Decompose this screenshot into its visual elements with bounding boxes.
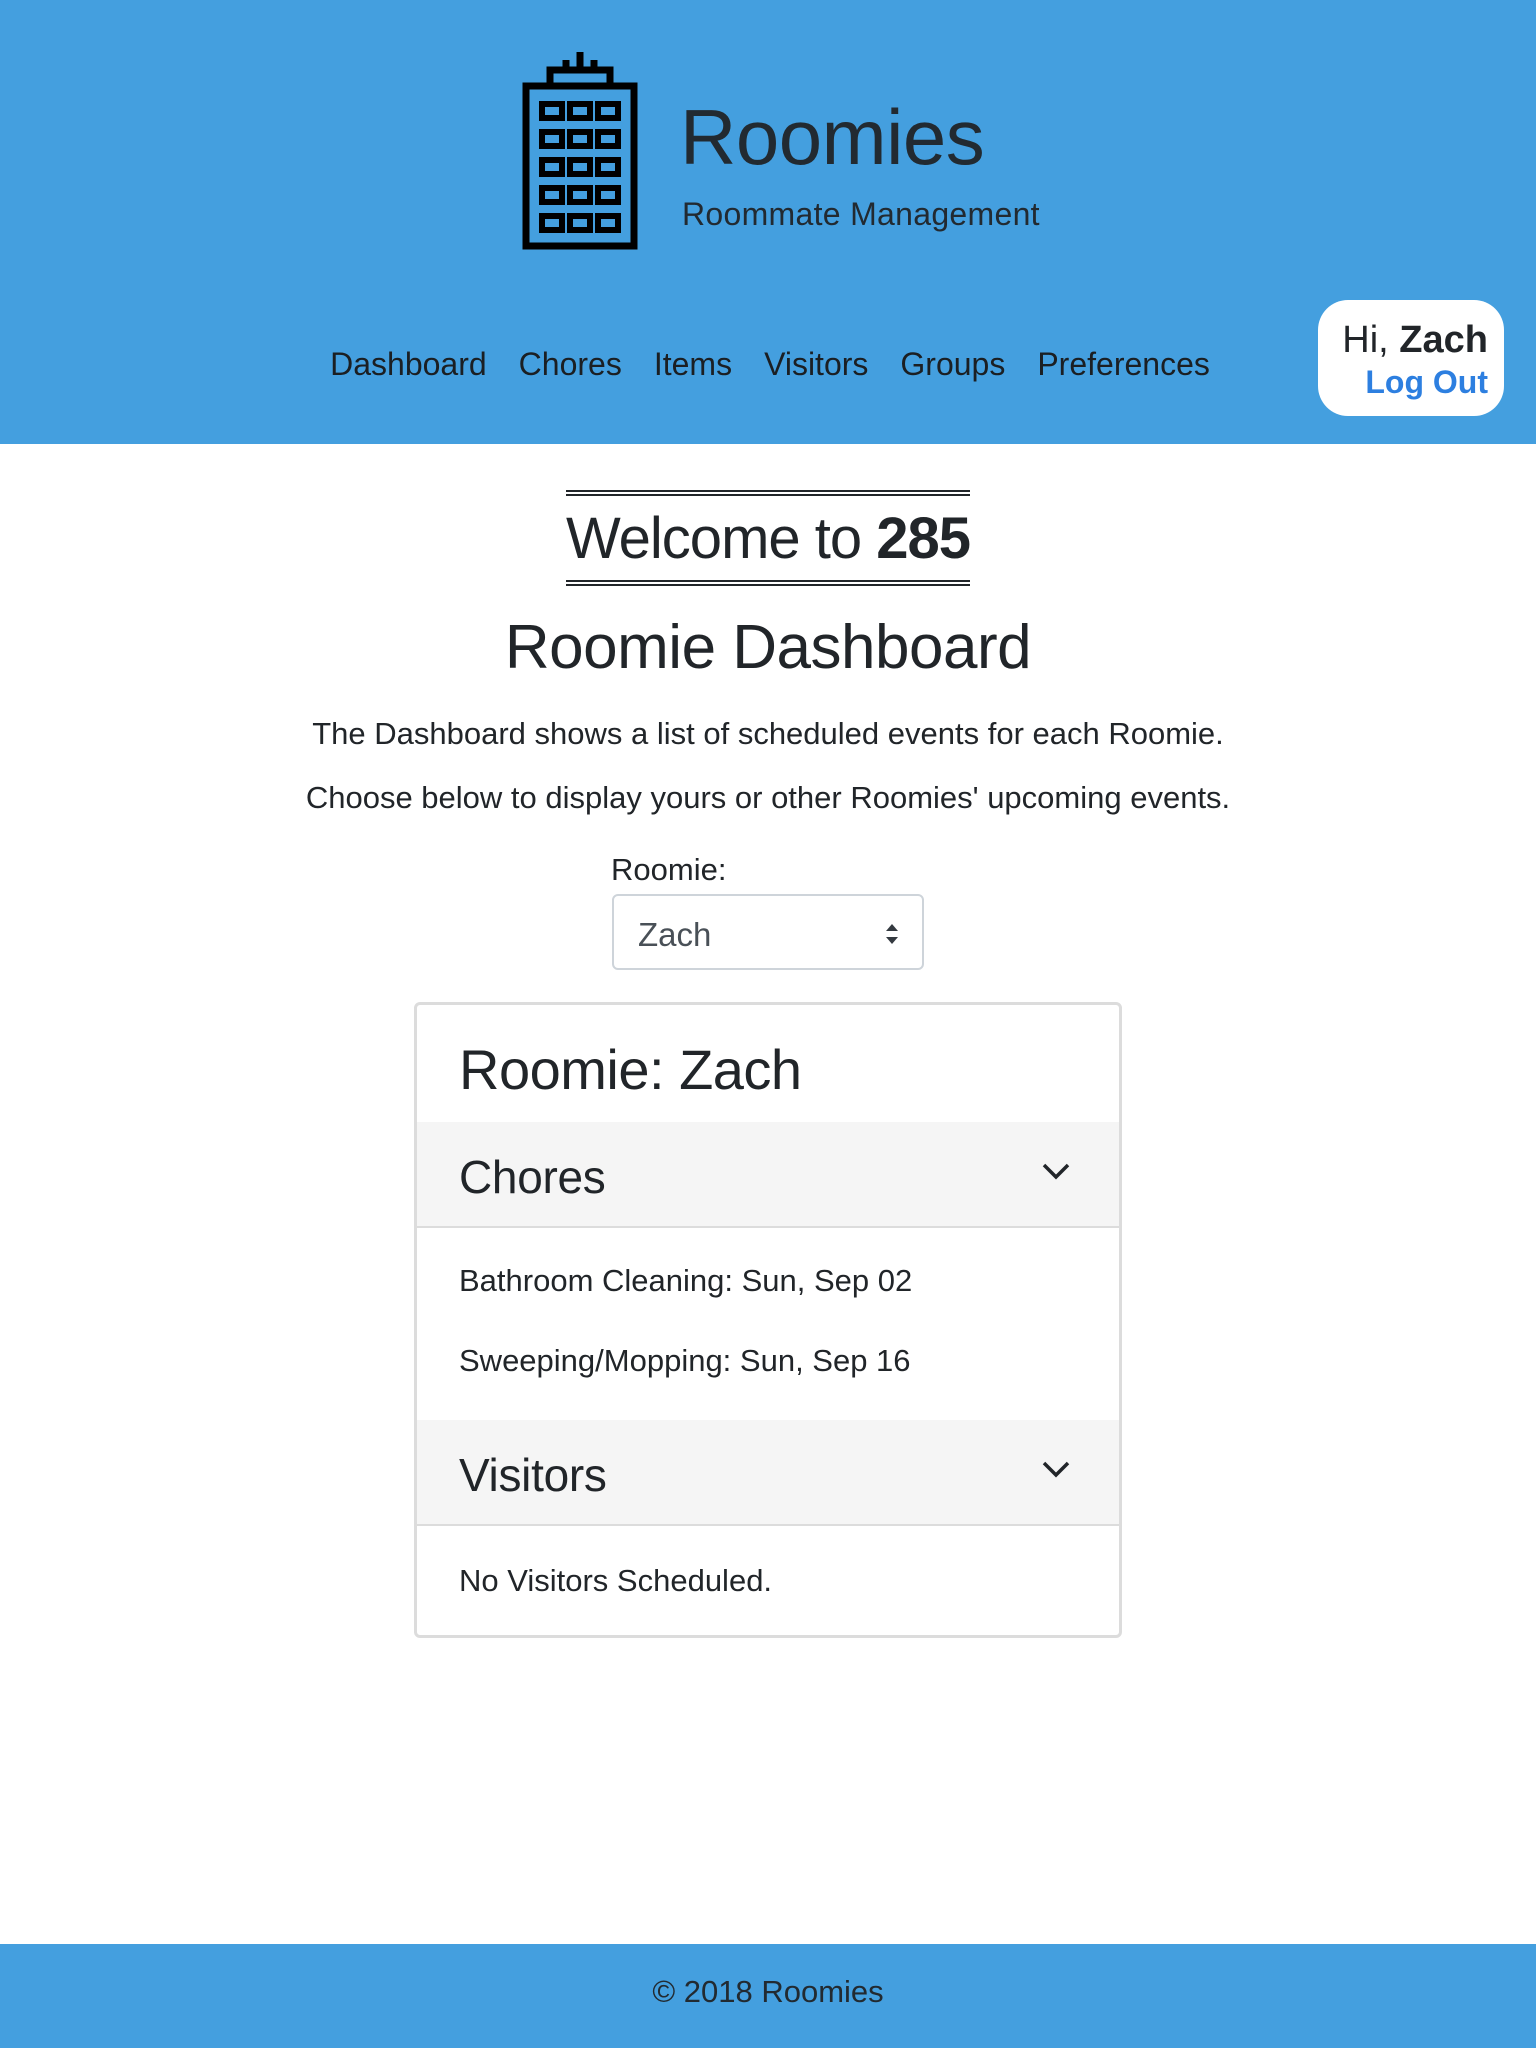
site-footer: © 2018 Roomies: [0, 1944, 1536, 2048]
group-name: 285: [876, 506, 971, 571]
welcome-prefix: Welcome to: [565, 506, 862, 571]
chevron-down-icon: [1042, 1461, 1070, 1478]
chevron-down-icon: [1042, 1163, 1070, 1180]
description-line-2: Choose below to display yours or other R…: [305, 780, 1231, 815]
nav-chores[interactable]: Chores: [503, 346, 638, 383]
brand-name[interactable]: Roomies: [680, 92, 985, 183]
nav-preferences[interactable]: Preferences: [1021, 346, 1226, 383]
card-title: Roomie: Zach: [459, 1038, 802, 1101]
chore-item: Bathroom Cleaning: Sun, Sep 02: [459, 1263, 913, 1298]
main-nav: Dashboard Chores Items Visitors Groups P…: [300, 346, 1240, 383]
roomie-card: Roomie: Zach Chores Bathroom Cleaning: S…: [414, 1002, 1122, 1638]
user-box: Hi, Zach Log Out: [1318, 300, 1504, 416]
nav-dashboard[interactable]: Dashboard: [314, 346, 503, 383]
roomie-select-value: Zach: [638, 916, 712, 953]
welcome-wrap: Welcome to 285: [0, 490, 1536, 586]
visitors-section-title: Visitors: [459, 1449, 607, 1501]
visitors-section-header[interactable]: Visitors: [417, 1420, 1119, 1526]
page-title: Roomie Dashboard: [504, 613, 1032, 682]
roomie-select[interactable]: Zach: [612, 894, 924, 970]
brand-tagline: Roommate Management: [682, 196, 1040, 232]
roomie-select-label: Roomie:: [611, 852, 727, 887]
apartment-building-icon: [522, 52, 638, 250]
chore-item: Sweeping/Mopping: Sun, Sep 16: [459, 1343, 911, 1378]
description-line-1: The Dashboard shows a list of scheduled …: [312, 716, 1224, 751]
site-header: Roomies Roommate Management Dashboard Ch…: [0, 0, 1536, 444]
chores-section-title: Chores: [459, 1151, 606, 1203]
chores-section-header[interactable]: Chores: [417, 1122, 1119, 1228]
nav-groups[interactable]: Groups: [884, 346, 1021, 383]
greeting-text: Hi,: [1342, 319, 1389, 361]
no-visitors-message: No Visitors Scheduled.: [459, 1563, 773, 1598]
select-arrows-icon: [886, 924, 898, 944]
footer-copyright: © 2018 Roomies: [652, 1974, 884, 2009]
logout-link[interactable]: Log Out: [1318, 362, 1488, 402]
nav-visitors[interactable]: Visitors: [748, 346, 884, 383]
user-greeting: Hi, Zach: [1318, 318, 1488, 362]
user-name: Zach: [1399, 319, 1488, 361]
welcome-heading: Welcome to 285: [565, 490, 971, 586]
nav-items[interactable]: Items: [638, 346, 748, 383]
